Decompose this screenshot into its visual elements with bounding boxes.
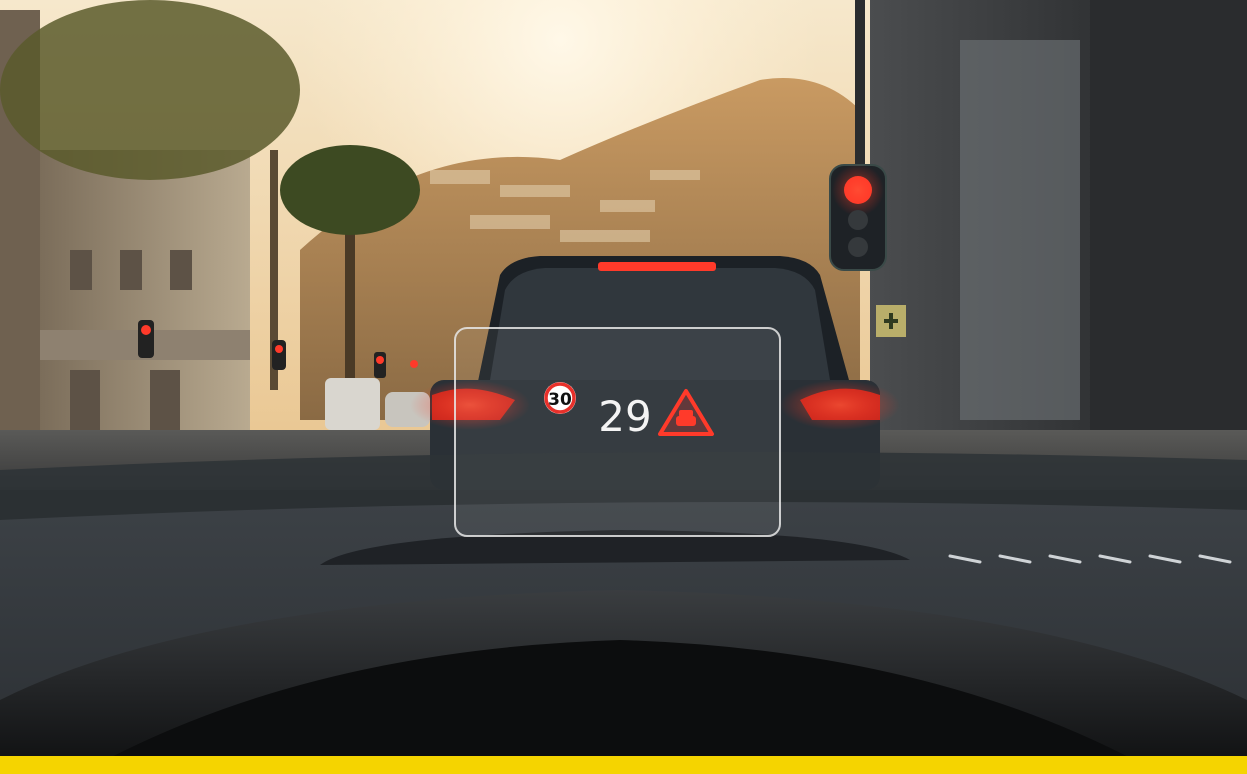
scene-svg: 30 29 [0,0,1247,774]
right-building-dark [1090,0,1247,450]
parked-van [325,378,380,430]
current-speed: 29 [598,392,651,441]
speed-limit-sign: 30 [544,382,576,414]
speed-limit-value: 30 [548,390,572,410]
head-up-display-scene: 30 29 [0,0,1247,774]
right-building-glass [960,40,1080,420]
accent-bar [0,756,1247,774]
